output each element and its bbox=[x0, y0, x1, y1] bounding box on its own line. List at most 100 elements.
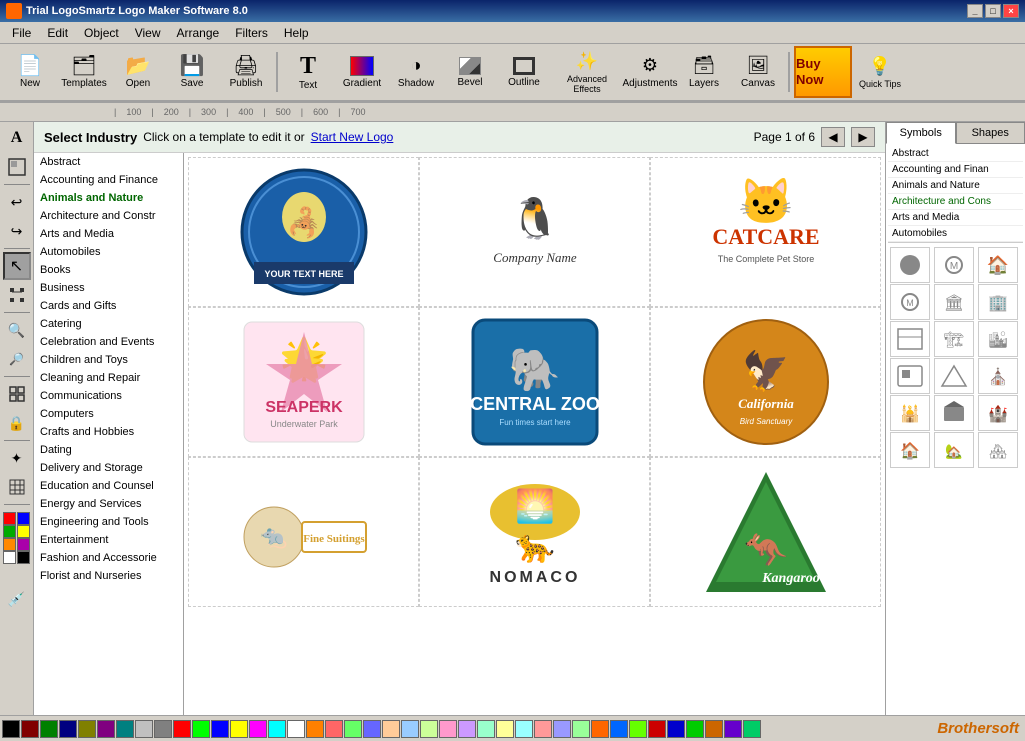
tool-text[interactable]: A bbox=[3, 124, 31, 152]
tool-group[interactable] bbox=[3, 380, 31, 408]
category-item-cards[interactable]: Cards and Gifts bbox=[34, 297, 183, 315]
symbol-cell[interactable]: M bbox=[890, 284, 930, 320]
tab-shapes[interactable]: Shapes bbox=[956, 122, 1025, 144]
category-item-books[interactable]: Books bbox=[34, 261, 183, 279]
logo-cell-6[interactable]: 🦅 California Bird Sanctuary bbox=[650, 307, 881, 457]
symbol-cell[interactable]: 🏘 bbox=[978, 432, 1018, 468]
symbol-cell[interactable]: 🏠 bbox=[890, 432, 930, 468]
color-swatch[interactable] bbox=[40, 720, 58, 738]
tab-symbols[interactable]: Symbols bbox=[886, 122, 956, 144]
adjustments-button[interactable]: ⚙ Adjustments bbox=[624, 46, 676, 98]
symbol-cell[interactable] bbox=[890, 247, 930, 283]
shadow-button[interactable]: ◑ Shadow bbox=[390, 46, 442, 98]
logo-cell-1[interactable]: 🦂 🦂 YOUR TEXT HERE bbox=[188, 157, 419, 307]
symbol-cell[interactable]: 🏠 bbox=[978, 247, 1018, 283]
menu-edit[interactable]: Edit bbox=[39, 24, 76, 42]
color-swatch[interactable] bbox=[97, 720, 115, 738]
color-swatch[interactable] bbox=[610, 720, 628, 738]
tool-zoom-out[interactable]: 🔎 bbox=[3, 345, 31, 373]
category-item-delivery[interactable]: Delivery and Storage bbox=[34, 459, 183, 477]
buy-now-button[interactable]: Buy Now bbox=[794, 46, 852, 98]
category-item-energy[interactable]: Energy and Services bbox=[34, 495, 183, 513]
right-category-item[interactable]: Abstract bbox=[888, 146, 1023, 162]
color-swatch[interactable] bbox=[724, 720, 742, 738]
quick-tips-button[interactable]: 💡 Quick Tips bbox=[854, 46, 906, 98]
color-swatch[interactable] bbox=[401, 720, 419, 738]
tool-effects[interactable]: ✦ bbox=[3, 444, 31, 472]
category-item-cleaning[interactable]: Cleaning and Repair bbox=[34, 369, 183, 387]
category-item-entertainment[interactable]: Entertainment bbox=[34, 531, 183, 549]
symbol-cell[interactable]: 🏗 bbox=[934, 321, 974, 357]
color-swatch[interactable] bbox=[420, 720, 438, 738]
logo-cell-4[interactable]: 🌟 ⭐ SEAPERK Underwater Park bbox=[188, 307, 419, 457]
menu-help[interactable]: Help bbox=[276, 24, 317, 42]
category-item-crafts[interactable]: Crafts and Hobbies bbox=[34, 423, 183, 441]
category-item-automobiles[interactable]: Automobiles bbox=[34, 243, 183, 261]
prev-page-button[interactable]: ◀ bbox=[821, 127, 845, 147]
color-orange[interactable] bbox=[3, 538, 16, 551]
next-page-button[interactable]: ▶ bbox=[851, 127, 875, 147]
logo-cell-8[interactable]: ☀ 🌅 🐆 NOMACO bbox=[419, 457, 650, 607]
logo-cell-9[interactable]: 🦘 Kangaroo bbox=[650, 457, 881, 607]
category-item-arts[interactable]: Arts and Media bbox=[34, 225, 183, 243]
color-yellow[interactable] bbox=[17, 525, 30, 538]
color-swatch[interactable] bbox=[2, 720, 20, 738]
color-swatch[interactable] bbox=[648, 720, 666, 738]
tool-lock[interactable]: 🔒 bbox=[3, 409, 31, 437]
symbol-cell[interactable]: ⛪ bbox=[978, 358, 1018, 394]
publish-button[interactable]: 🖨 Publish bbox=[220, 46, 272, 98]
right-category-item[interactable]: Automobiles bbox=[888, 226, 1023, 242]
menu-object[interactable]: Object bbox=[76, 24, 127, 42]
bevel-button[interactable]: Bevel bbox=[444, 46, 496, 98]
advanced-effects-button[interactable]: ✨ Advanced Effects bbox=[552, 46, 622, 98]
color-red[interactable] bbox=[3, 512, 16, 525]
color-black[interactable] bbox=[17, 551, 30, 564]
logo-cell-5[interactable]: 🐘 CENTRAL ZOO Fun times start here bbox=[419, 307, 650, 457]
color-swatch[interactable] bbox=[591, 720, 609, 738]
tool-undo[interactable]: ↩ bbox=[3, 188, 31, 216]
color-swatch[interactable] bbox=[382, 720, 400, 738]
color-green[interactable] bbox=[3, 525, 16, 538]
color-swatch[interactable] bbox=[553, 720, 571, 738]
category-item-celebration[interactable]: Celebration and Events bbox=[34, 333, 183, 351]
symbol-cell[interactable]: 🏰 bbox=[978, 395, 1018, 431]
color-swatch[interactable] bbox=[116, 720, 134, 738]
color-swatch[interactable] bbox=[496, 720, 514, 738]
color-swatch[interactable] bbox=[534, 720, 552, 738]
new-button[interactable]: 📄 New bbox=[4, 46, 56, 98]
color-swatch[interactable] bbox=[743, 720, 761, 738]
color-swatch[interactable] bbox=[59, 720, 77, 738]
tool-redo[interactable]: ↪ bbox=[3, 217, 31, 245]
start-new-logo-link[interactable]: Start New Logo bbox=[311, 130, 394, 144]
color-swatch[interactable] bbox=[363, 720, 381, 738]
tool-image[interactable] bbox=[3, 153, 31, 181]
canvas-button[interactable]: 🖼 Canvas bbox=[732, 46, 784, 98]
eyedropper-tool[interactable]: 💉 bbox=[3, 585, 31, 613]
color-swatch[interactable] bbox=[268, 720, 286, 738]
category-item-accounting[interactable]: Accounting and Finance bbox=[34, 171, 183, 189]
menu-view[interactable]: View bbox=[127, 24, 169, 42]
color-swatch[interactable] bbox=[629, 720, 647, 738]
symbol-cell[interactable]: 🏙 bbox=[978, 321, 1018, 357]
symbol-cell[interactable]: 🏛 bbox=[934, 284, 974, 320]
color-purple[interactable] bbox=[17, 538, 30, 551]
category-item-fashion[interactable]: Fashion and Accessorie bbox=[34, 549, 183, 567]
category-item-catering[interactable]: Catering bbox=[34, 315, 183, 333]
color-swatch[interactable] bbox=[211, 720, 229, 738]
symbol-cell[interactable]: M bbox=[934, 247, 974, 283]
color-swatch[interactable] bbox=[515, 720, 533, 738]
category-item-architecture[interactable]: Architecture and Constr bbox=[34, 207, 183, 225]
color-swatch[interactable] bbox=[230, 720, 248, 738]
symbol-cell[interactable]: 🕌 bbox=[890, 395, 930, 431]
symbol-cell[interactable] bbox=[934, 358, 974, 394]
category-item-children[interactable]: Children and Toys bbox=[34, 351, 183, 369]
color-swatch[interactable] bbox=[135, 720, 153, 738]
symbol-cell[interactable]: 🏢 bbox=[978, 284, 1018, 320]
right-category-item[interactable]: Architecture and Cons bbox=[888, 194, 1023, 210]
save-button[interactable]: 💾 Save bbox=[166, 46, 218, 98]
templates-button[interactable]: 🗂 Templates bbox=[58, 46, 110, 98]
color-white[interactable] bbox=[3, 551, 16, 564]
symbol-cell[interactable]: 🏡 bbox=[934, 432, 974, 468]
right-category-item[interactable]: Accounting and Finan bbox=[888, 162, 1023, 178]
gradient-button[interactable]: Gradient bbox=[336, 46, 388, 98]
